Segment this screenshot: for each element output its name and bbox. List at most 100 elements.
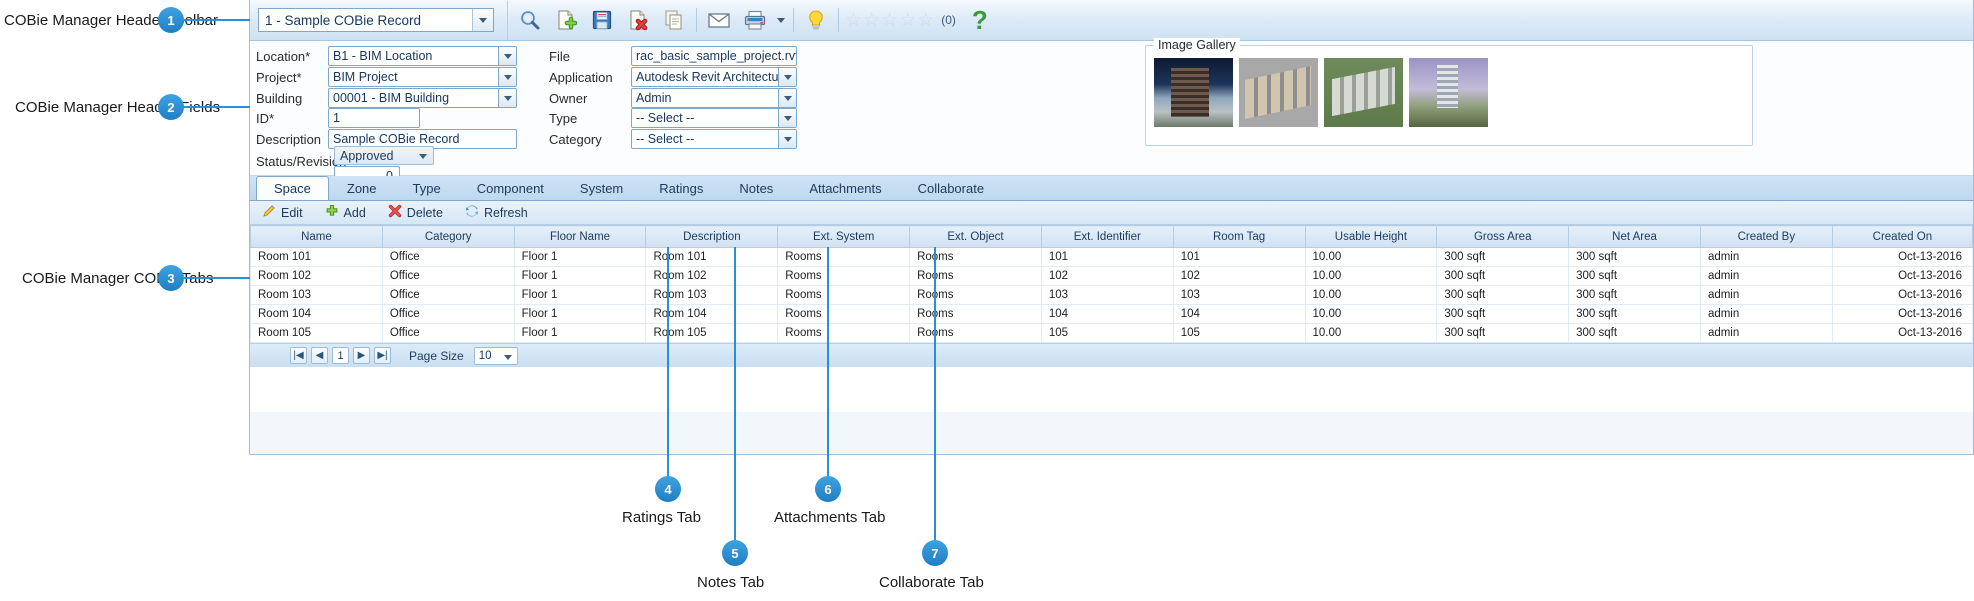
gallery-thumb-tower-building-render[interactable] — [1409, 58, 1488, 127]
col-name[interactable]: Name — [250, 225, 383, 248]
chevron-down-icon[interactable] — [419, 154, 427, 159]
x-icon — [388, 204, 402, 221]
star-icon-2[interactable]: ☆ — [863, 11, 880, 30]
col-category[interactable]: Category — [381, 225, 515, 248]
type-combo[interactable]: -- Select -- — [631, 108, 797, 128]
cell-gross-area: 300 sqft — [1436, 247, 1570, 267]
col-created-on[interactable]: Created On — [1831, 225, 1974, 248]
col-ext-system[interactable]: Ext. System — [777, 225, 911, 248]
delete-button[interactable]: Delete — [388, 204, 443, 221]
cell-ext-identifier: 101 — [1040, 247, 1174, 267]
description-value: Sample COBie Record — [333, 132, 460, 146]
col-ext-identifier[interactable]: Ext. Identifier — [1040, 225, 1174, 248]
tab-notes[interactable]: Notes — [721, 176, 791, 200]
delete-label: Delete — [406, 205, 443, 220]
annotation-leader-3 — [184, 277, 250, 279]
star-icon-3[interactable]: ☆ — [881, 11, 898, 30]
star-icon-1[interactable]: ☆ — [845, 11, 862, 30]
current-page[interactable]: 1 — [332, 347, 349, 364]
gallery-thumb-office-building-photo[interactable] — [1154, 58, 1233, 127]
tab-collaborate[interactable]: Collaborate — [900, 176, 1003, 200]
chevron-down-icon[interactable] — [778, 109, 796, 127]
star-icon-4[interactable]: ☆ — [899, 11, 916, 30]
cell-net-area: 300 sqft — [1568, 304, 1701, 324]
tab-type[interactable]: Type — [395, 176, 459, 200]
new-record-icon[interactable] — [548, 3, 584, 37]
col-gross-area[interactable]: Gross Area — [1436, 225, 1570, 248]
chevron-down-icon[interactable] — [503, 354, 512, 360]
email-icon[interactable] — [701, 3, 737, 37]
cell-created-by: admin — [1699, 247, 1833, 267]
col-created-by[interactable]: Created By — [1699, 225, 1833, 248]
chevron-down-icon[interactable] — [498, 68, 516, 86]
chevron-down-icon[interactable] — [778, 68, 796, 86]
help-icon[interactable]: ? — [972, 7, 988, 33]
save-icon[interactable] — [584, 3, 620, 37]
cobie-data-grid: Name Category Floor Name Description Ext… — [250, 225, 1974, 412]
id-input[interactable]: 1 — [328, 108, 420, 128]
col-description[interactable]: Description — [645, 225, 779, 248]
owner-combo[interactable]: Admin — [631, 88, 797, 108]
chevron-down-icon[interactable] — [498, 89, 516, 107]
print-dropdown-icon[interactable] — [773, 3, 789, 37]
chevron-down-icon[interactable] — [778, 130, 796, 148]
tab-ratings[interactable]: Ratings — [641, 176, 721, 200]
toolbar-divider-2 — [793, 8, 794, 32]
table-row[interactable]: Room 102 Office Floor 1 Room 102 Rooms R… — [250, 266, 1974, 286]
search-icon[interactable] — [512, 3, 548, 37]
grid-action-bar: Edit Add Delete Refresh — [250, 201, 1973, 225]
annotation-leader-1 — [184, 19, 250, 21]
category-combo[interactable]: -- Select -- — [631, 129, 797, 149]
record-select-value: 1 - Sample COBie Record — [265, 12, 422, 28]
location-combo[interactable]: B1 - BIM Location — [328, 46, 517, 66]
chevron-down-icon[interactable] — [778, 89, 796, 107]
annotation-leader-2 — [184, 106, 250, 108]
tab-system[interactable]: System — [562, 176, 641, 200]
delete-record-icon[interactable] — [620, 3, 656, 37]
chevron-down-icon[interactable] — [472, 9, 493, 31]
table-row[interactable]: Room 104 Office Floor 1 Room 104 Rooms R… — [250, 304, 1974, 324]
table-row[interactable]: Room 101 Office Floor 1 Room 101 Rooms R… — [250, 247, 1974, 267]
col-room-tag[interactable]: Room Tag — [1172, 225, 1306, 248]
table-row[interactable]: Room 105 Office Floor 1 Room 105 Rooms R… — [250, 323, 1974, 343]
col-ext-object[interactable]: Ext. Object — [909, 225, 1042, 248]
gallery-thumb-building-3d-model-green[interactable] — [1324, 58, 1403, 127]
building-combo[interactable]: 00001 - BIM Building — [328, 88, 517, 108]
cell-ext-identifier: 102 — [1040, 266, 1174, 286]
table-row[interactable]: Room 103 Office Floor 1 Room 103 Rooms R… — [250, 285, 1974, 305]
cell-description: Room 104 — [645, 304, 779, 324]
chevron-down-icon[interactable] — [498, 47, 516, 65]
gallery-thumb-floor-plan-3d-model[interactable] — [1239, 58, 1318, 127]
grid-footer-spacer — [250, 367, 1973, 412]
cell-created-by: admin — [1699, 323, 1833, 343]
print-icon[interactable] — [737, 3, 773, 37]
tab-zone[interactable]: Zone — [329, 176, 395, 200]
first-page-button[interactable]: |◀ — [290, 347, 307, 364]
tab-space[interactable]: Space — [256, 176, 329, 200]
cell-room-tag: 102 — [1172, 266, 1306, 286]
refresh-button[interactable]: Refresh — [465, 204, 528, 221]
col-floor-name[interactable]: Floor Name — [513, 225, 647, 248]
edit-button[interactable]: Edit — [262, 204, 303, 221]
page-size-select[interactable]: 10 — [473, 346, 518, 365]
field-label-id: ID* — [256, 111, 275, 126]
application-combo[interactable]: Autodesk Revit Architecture 2011 — [631, 67, 797, 87]
next-page-button[interactable]: ▶ — [353, 347, 370, 364]
last-page-button[interactable]: ▶| — [374, 347, 391, 364]
add-button[interactable]: Add — [325, 204, 366, 221]
copy-icon[interactable] — [656, 3, 692, 37]
cobie-tabs: Space Zone Type Component System Ratings… — [250, 176, 1973, 201]
star-icon-5[interactable]: ☆ — [917, 11, 934, 30]
prev-page-button[interactable]: ◀ — [311, 347, 328, 364]
lightbulb-icon[interactable] — [798, 3, 834, 37]
project-combo[interactable]: BIM Project — [328, 67, 517, 87]
cell-name: Room 104 — [250, 304, 383, 324]
tab-component[interactable]: Component — [459, 176, 562, 200]
file-input[interactable]: rac_basic_sample_project.rvt — [631, 46, 797, 66]
col-net-area[interactable]: Net Area — [1568, 225, 1701, 248]
col-usable-height[interactable]: Usable Height — [1304, 225, 1438, 248]
rating-stars[interactable]: ☆ ☆ ☆ ☆ ☆ (0) — [845, 11, 956, 30]
tab-attachments[interactable]: Attachments — [791, 176, 899, 200]
status-combo[interactable]: Approved — [334, 146, 434, 165]
record-select[interactable]: 1 - Sample COBie Record — [258, 8, 494, 32]
